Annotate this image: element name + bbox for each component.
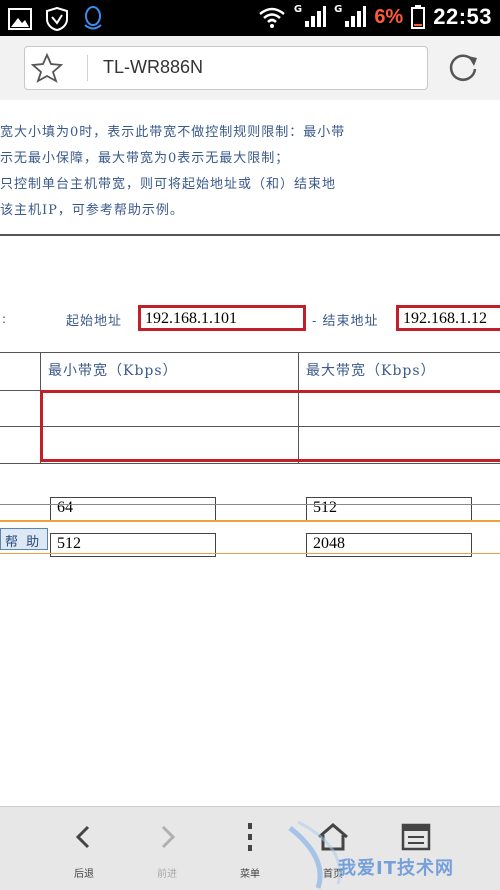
page-content: 宽大小填为0时，表示此带宽不做控制规则限制：最小带 示无最小保障，最大带宽为0表…	[0, 100, 500, 806]
network-type-2: G	[334, 3, 343, 15]
end-address-input[interactable]: 192.168.1.12	[396, 305, 500, 331]
qq-icon	[84, 6, 102, 30]
clock: 22:53	[433, 4, 492, 29]
back-icon	[75, 825, 90, 849]
home-icon	[318, 823, 348, 851]
note-line: 该主机IP，可参考帮助示例。	[0, 203, 184, 218]
status-bar: G G 6% 22:53	[0, 0, 500, 36]
url-box[interactable]: TL-WR886N	[24, 46, 428, 90]
reload-icon[interactable]	[446, 50, 480, 84]
browser-address-bar: TL-WR886N	[0, 36, 500, 101]
note-line: 宽大小填为0时，表示此带宽不做控制规则限制：最小带	[0, 125, 346, 140]
address-range-row: : 起始地址 192.168.1.101 - 结束地址 192.168.1.12	[0, 304, 500, 334]
footer-divider	[0, 553, 500, 554]
max-bandwidth-header: 最大带宽（Kbps）	[306, 363, 436, 379]
wifi-icon	[259, 7, 285, 28]
highlight-box	[40, 390, 500, 462]
start-address-label: 起始地址	[66, 314, 123, 329]
bandwidth-table: 最小带宽（Kbps） 最大带宽（Kbps） 64 512 512 2048	[0, 352, 500, 557]
signal-icon	[305, 6, 327, 27]
start-address-input[interactable]: 192.168.1.101	[138, 305, 306, 331]
battery-percent: 6%	[374, 5, 404, 28]
forward-icon	[161, 825, 176, 849]
battery-icon	[411, 5, 426, 29]
note-line: 示无最小保障，最大带宽为0表示无最大限制；	[0, 151, 290, 166]
table-border	[0, 352, 500, 353]
network-type-1: G	[293, 3, 303, 15]
menu-icon	[248, 823, 252, 851]
end-address-label: - 结束地址	[312, 314, 379, 329]
star-icon[interactable]	[31, 53, 63, 83]
footer-divider	[0, 520, 500, 522]
tabs-button[interactable]	[366, 807, 466, 890]
help-button[interactable]: 帮 助	[0, 528, 48, 550]
tabs-icon	[401, 823, 431, 851]
max-bandwidth-input[interactable]: 512	[306, 497, 472, 521]
row-colon: :	[2, 312, 7, 326]
table-border	[0, 463, 500, 464]
shield-icon	[46, 7, 68, 31]
min-bandwidth-header: 最小带宽（Kbps）	[48, 363, 178, 379]
gallery-icon	[8, 8, 32, 30]
url-divider	[87, 55, 88, 81]
note-line: 只控制单台主机带宽，则可将起始地址或（和）结束地	[0, 177, 337, 192]
section-divider	[0, 504, 500, 505]
min-bandwidth-input[interactable]: 64	[50, 497, 216, 521]
signal-icon-2	[345, 6, 367, 27]
section-divider	[0, 234, 500, 236]
page-title: TL-WR886N	[103, 57, 204, 77]
help-notes: 宽大小填为0时，表示此带宽不做控制规则限制：最小带 示无最小保障，最大带宽为0表…	[0, 120, 500, 224]
bottom-navigation: 后退 前进 菜单 首页	[0, 806, 500, 890]
